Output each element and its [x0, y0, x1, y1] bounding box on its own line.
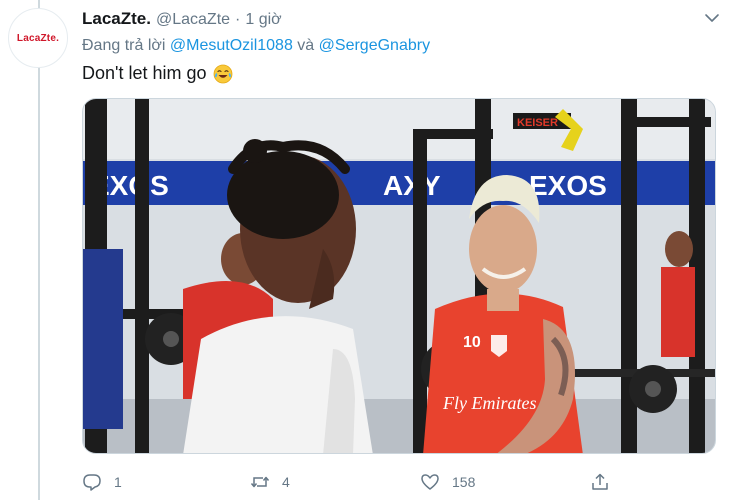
mention-mesutozil[interactable]: @MesutOzil1088 [170, 37, 293, 54]
reply-icon [83, 474, 101, 491]
thread-line [38, 0, 40, 500]
keiser-label: KEISER [517, 117, 558, 129]
heart-icon [421, 474, 439, 490]
shirt-sponsor: Fly Emirates [442, 393, 536, 413]
retweet-action[interactable]: 4 [250, 468, 290, 496]
shirt-number: 10 [463, 334, 481, 351]
chevron-down-icon[interactable] [704, 10, 720, 26]
retweet-count: 4 [282, 474, 290, 490]
tweet-body: Don't let him go [82, 63, 207, 83]
reply-count: 1 [114, 474, 122, 490]
tweet-text: Don't let him go [82, 63, 233, 84]
like-action[interactable]: 158 [420, 468, 475, 496]
tweet-header: LacaZte. @LacaZte · 1 giờ [82, 9, 282, 31]
tears-of-joy-emoji-icon [213, 64, 233, 84]
avatar[interactable]: LacaZte. [8, 8, 68, 68]
retweet-icon [250, 476, 270, 488]
share-action[interactable] [590, 468, 610, 496]
replying-to: Đang trả lời @MesutOzil1088 và @SergeGna… [82, 37, 430, 55]
tweet-photo[interactable]: EXOS LA AXY EXOS KEISER [82, 98, 716, 454]
display-name[interactable]: LacaZte. [82, 9, 151, 29]
banner-text-axy: AXY [383, 170, 441, 201]
mention-sergegnabry[interactable]: @SergeGnabry [319, 37, 430, 54]
avatar-logo-text: LacaZte. [16, 32, 60, 44]
share-icon [592, 473, 608, 490]
like-count: 158 [452, 474, 476, 490]
reply-action[interactable]: 1 [82, 468, 122, 496]
banner-text-exos-right: EXOS [529, 170, 607, 201]
separator-dot: · [235, 11, 241, 28]
replying-to-conjunction: và [297, 37, 315, 54]
tweet-timestamp[interactable]: 1 giờ [245, 11, 281, 29]
replying-to-label: Đang trả lời [82, 37, 166, 54]
photo-illustration: EXOS LA AXY EXOS KEISER [83, 99, 715, 453]
user-handle[interactable]: @LacaZte [156, 11, 230, 29]
tweet-actions: 1 4 158 [82, 468, 682, 496]
